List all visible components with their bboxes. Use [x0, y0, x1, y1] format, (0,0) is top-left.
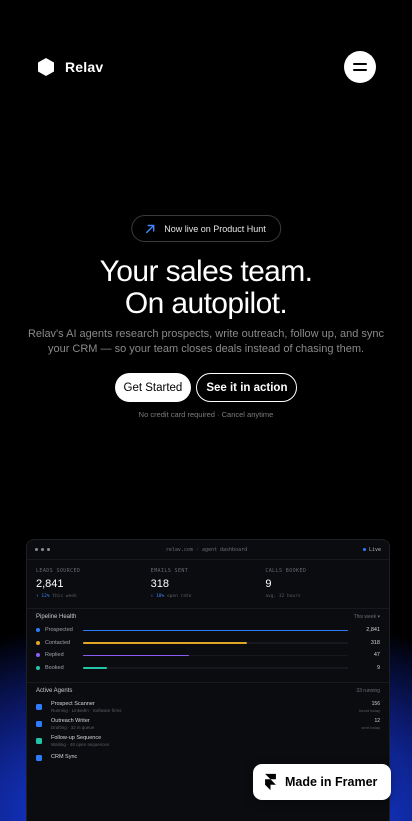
pipeline-value: 318	[370, 639, 380, 646]
stat-label: EMAILS SENT	[150, 568, 189, 574]
agent-name: Prospect Scanner	[51, 700, 95, 707]
pipeline-bar-fill	[83, 629, 348, 631]
dashboard-titlebar: relav.com · agent dashboard Live	[27, 540, 389, 560]
hero-ctas: Get Started See it in action	[0, 373, 412, 402]
menu-button[interactable]	[344, 51, 376, 83]
pipeline-row: Contacted 318	[27, 637, 389, 650]
stat-sub: avg. 32 hours	[265, 594, 301, 599]
pipeline-label: Prospected	[45, 627, 73, 634]
status-dot-icon	[36, 640, 40, 645]
agent-desc: Running · LinkedIn · Software firms	[51, 707, 122, 713]
stat-sub: ↑ 12% this week	[36, 594, 77, 599]
brand-name: Relav	[65, 59, 104, 75]
pipeline-row: Replied 47	[27, 649, 389, 662]
top-nav: Relav	[36, 51, 376, 83]
agent-row[interactable]: Prospect Scanner Running · LinkedIn · Sof…	[27, 698, 389, 715]
pipeline-bar	[83, 667, 348, 669]
status-dot-icon	[36, 665, 40, 670]
stat-leads: LEADS SOURCED 2,841 ↑ 12% this week	[36, 568, 151, 608]
stat-emails: EMAILS SENT 318 ↑ 18% open rate	[151, 568, 266, 608]
status-dot-icon	[36, 653, 40, 658]
pipeline-label: Contacted	[45, 639, 71, 646]
pipeline-label: Replied	[45, 652, 64, 659]
pipeline-title: Pipeline Health	[36, 613, 77, 620]
agent-icon	[36, 703, 42, 710]
agent-metric-caption: sent today	[361, 724, 380, 730]
hero-subtitle: Relav's AI agents research prospects, wr…	[27, 328, 385, 355]
made-in-framer-badge[interactable]: Made in Framer	[253, 764, 391, 800]
agent-metric: 12	[374, 717, 380, 724]
pipeline-row: Booked 9	[27, 662, 389, 675]
agent-desc: Drafting · 32 in queue	[51, 724, 95, 730]
agent-name: Outreach Writer	[51, 717, 90, 724]
dashboard-breadcrumb: relav.com · agent dashboard	[165, 546, 248, 553]
framer-logo-icon	[265, 773, 276, 791]
stats-row: LEADS SOURCED 2,841 ↑ 12% this week EMAI…	[27, 560, 389, 608]
agents-header: Active Agents 33 running	[27, 682, 389, 698]
pipeline-value: 47	[373, 652, 380, 659]
agent-icon	[36, 720, 42, 727]
agent-name: CRM Sync	[51, 754, 78, 760]
agent-icon	[36, 754, 42, 761]
pipeline-value: 9	[376, 664, 380, 671]
stat-value: 9	[265, 578, 272, 590]
pipeline-bar	[83, 629, 348, 631]
get-started-button[interactable]: Get Started	[114, 373, 192, 402]
agent-icon	[36, 737, 42, 744]
product-hunt-badge[interactable]: Now live on Product Hunt	[131, 215, 281, 242]
pipeline-bar	[83, 642, 348, 644]
pipeline-filter[interactable]: This week ▾	[354, 614, 380, 620]
pipeline-row: Prospected 2,841	[27, 624, 389, 637]
agent-name: Follow-up Sequence	[51, 734, 102, 741]
agent-desc: Waiting · 48 open sequences	[51, 741, 110, 747]
pipeline-bar-fill	[83, 667, 107, 669]
stat-value: 318	[150, 578, 170, 590]
framer-label: Made in Framer	[285, 775, 378, 789]
hero-note: No credit card required · Cancel anytime	[138, 410, 274, 419]
pipeline-header: Pipeline Health This week ▾	[27, 608, 389, 624]
agent-row[interactable]: Outreach Writer Drafting · 32 in queue 12 s…	[27, 715, 389, 732]
status-dot-icon	[36, 628, 40, 633]
hamburger-icon	[353, 63, 367, 65]
pipeline-bar-fill	[83, 654, 189, 656]
pipeline-value: 2,841	[366, 627, 380, 634]
agents-list: Prospect Scanner Running · LinkedIn · Sof…	[27, 698, 389, 766]
see-it-in-action-button[interactable]: See it in action	[196, 373, 298, 402]
logo-hexagon-icon	[38, 58, 54, 76]
window-dots	[35, 548, 50, 551]
arrow-up-right-icon	[146, 224, 155, 233]
agents-title: Active Agents	[36, 687, 73, 694]
stat-value: 2,841	[36, 578, 64, 590]
badge-text: Now live on Product Hunt	[164, 223, 266, 234]
stat-sub: ↑ 18% open rate	[150, 594, 192, 599]
pipeline-bar	[83, 654, 348, 656]
stat-label: CALLS BOOKED	[265, 568, 307, 574]
pipeline-list: Prospected 2,841 Contacted 318 Replied 47 Book…	[27, 624, 389, 674]
live-dot-icon	[362, 548, 366, 551]
hero-title-line-1: Your sales team.	[99, 255, 313, 288]
agents-panel: Active Agents 33 running Prospect Scanne…	[27, 682, 389, 766]
agent-row[interactable]: Follow-up Sequence Waiting · 48 open sequ…	[27, 732, 389, 749]
pipeline-label: Booked	[45, 664, 64, 671]
brand[interactable]: Relav	[36, 57, 103, 77]
stat-label: LEADS SOURCED	[36, 568, 81, 574]
agent-metric-caption: found today	[359, 707, 380, 713]
hero-title-line-2: On autopilot.	[124, 287, 288, 320]
live-status: Live	[362, 547, 381, 553]
stat-calls: CALLS BOOKED 9 avg. 32 hours	[265, 568, 380, 608]
hero-title: Your sales team. On autopilot.	[0, 256, 412, 320]
agents-count: 33 running	[356, 687, 380, 694]
pipeline-bar-fill	[83, 642, 248, 644]
agent-metric: 156	[371, 700, 380, 707]
